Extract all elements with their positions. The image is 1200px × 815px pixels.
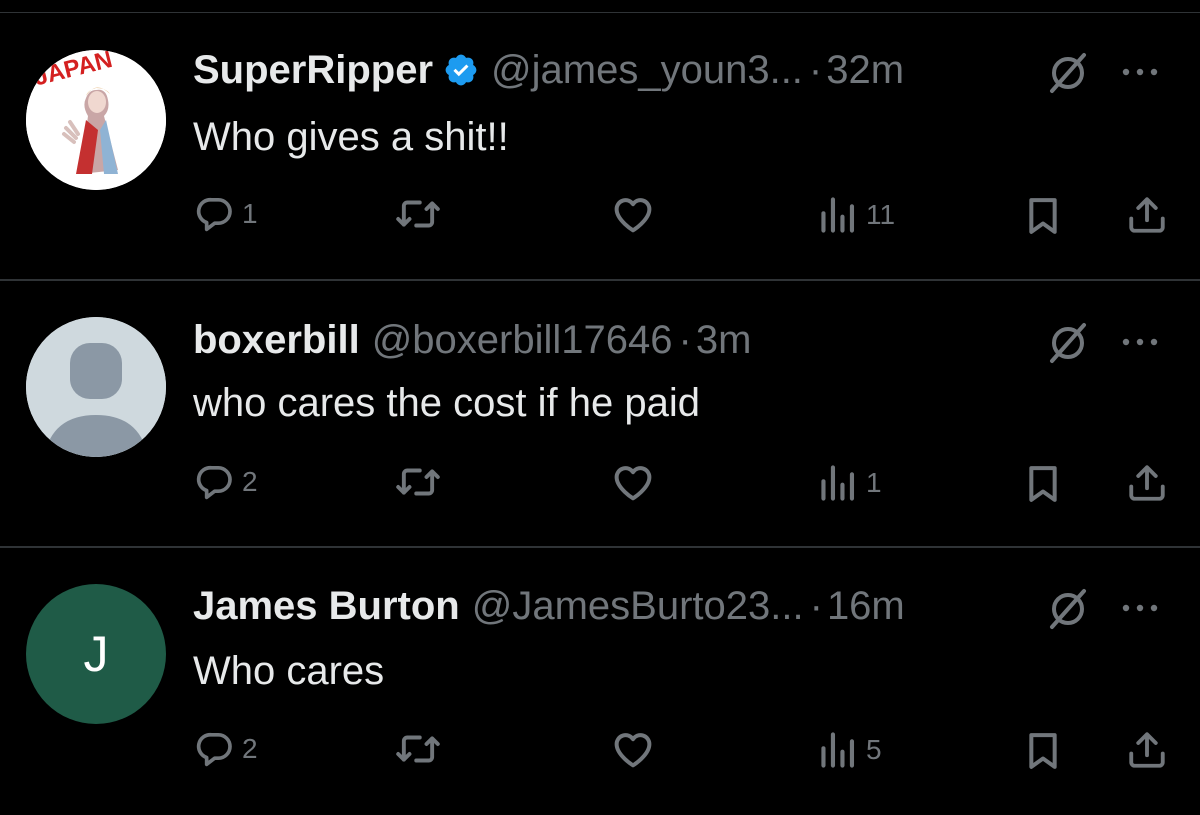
bar-chart-icon	[821, 465, 855, 501]
divider	[0, 279, 1200, 281]
bookmark-icon[interactable]	[1025, 196, 1061, 236]
bookmark-icon[interactable]	[1025, 731, 1061, 771]
separator-dot: ·	[678, 318, 692, 362]
reply-button[interactable]: 2	[194, 462, 258, 502]
handle[interactable]: @boxerbill17646	[372, 315, 673, 365]
views-button[interactable]: 5	[818, 731, 882, 769]
timestamp[interactable]: 3m	[696, 315, 752, 365]
like-button[interactable]	[610, 194, 662, 234]
retweet-button[interactable]	[395, 729, 447, 769]
grok-icon[interactable]	[1045, 584, 1091, 630]
tweet[interactable]: boxerbill @boxerbill17646 · 3m who cares…	[0, 282, 1200, 548]
separator-dot: ·	[808, 48, 823, 92]
timestamp[interactable]: 32m	[826, 45, 904, 95]
view-count: 5	[866, 734, 882, 765]
speech-bubble-icon	[196, 197, 232, 232]
tweet[interactable]: JAPAN SuperRipper @james_youn3... · 32m	[0, 0, 1200, 281]
bookmark-icon[interactable]	[1025, 464, 1061, 504]
reply-count: 2	[242, 733, 258, 764]
like-button[interactable]	[610, 462, 662, 502]
reply-count: 2	[242, 466, 258, 497]
bar-chart-icon	[821, 732, 855, 768]
tweet-header: SuperRipper @james_youn3... · 32m	[193, 45, 904, 95]
grok-icon[interactable]	[1045, 48, 1091, 94]
avatar[interactable]	[26, 317, 166, 457]
timestamp[interactable]: 16m	[827, 581, 905, 631]
retweet-arrows-icon	[396, 200, 440, 228]
tweet[interactable]: J James Burton @JamesBurto23... · 16m Wh…	[0, 548, 1200, 815]
more-dots-icon[interactable]	[1118, 598, 1162, 618]
tweet-text: Who cares	[193, 649, 385, 693]
speech-bubble-icon	[196, 465, 232, 500]
view-count: 11	[866, 199, 896, 230]
retweet-arrows-icon	[396, 735, 440, 763]
reply-button[interactable]: 1	[194, 194, 258, 234]
tweet-header: James Burton @JamesBurto23... · 16m	[193, 581, 905, 631]
share-upload-icon[interactable]	[1126, 729, 1168, 771]
avatar[interactable]: JAPAN	[26, 50, 166, 190]
view-count: 1	[866, 467, 882, 498]
share-upload-icon[interactable]	[1126, 194, 1168, 236]
heart-icon	[614, 733, 652, 768]
views-button[interactable]: 1	[818, 464, 882, 502]
views-button[interactable]: 11	[818, 196, 895, 234]
bar-chart-icon	[821, 197, 855, 233]
retweet-arrows-icon	[396, 468, 440, 496]
tweet-text: who cares the cost if he paid	[193, 381, 700, 425]
share-upload-icon[interactable]	[1126, 462, 1168, 504]
display-name[interactable]: boxerbill	[193, 315, 360, 365]
heart-icon	[614, 466, 652, 501]
separator-dot: ·	[809, 584, 823, 628]
avatar-initial: J	[83, 626, 109, 682]
reply-count: 1	[242, 198, 258, 229]
tweet-header: boxerbill @boxerbill17646 · 3m	[193, 315, 751, 365]
display-name[interactable]: James Burton	[193, 581, 460, 631]
handle[interactable]: @JamesBurto23...	[472, 581, 804, 631]
retweet-button[interactable]	[395, 462, 447, 502]
more-dots-icon[interactable]	[1118, 62, 1162, 82]
reply-feed: JAPAN SuperRipper @james_youn3... · 32m	[0, 0, 1200, 815]
verified-badge-icon	[443, 52, 479, 88]
reply-button[interactable]: 2	[194, 729, 258, 769]
retweet-button[interactable]	[395, 194, 447, 234]
heart-icon	[614, 198, 652, 233]
more-dots-icon[interactable]	[1118, 332, 1162, 352]
default-avatar-silhouette	[26, 317, 166, 457]
grok-icon[interactable]	[1045, 318, 1091, 364]
display-name[interactable]: SuperRipper	[193, 45, 433, 95]
speech-bubble-icon	[196, 732, 232, 767]
handle[interactable]: @james_youn3...	[491, 45, 803, 95]
like-button[interactable]	[610, 729, 662, 769]
tweet-text: Who gives a shit!!	[193, 115, 509, 159]
album-art-image: JAPAN	[26, 50, 166, 190]
avatar[interactable]: J	[26, 584, 166, 724]
